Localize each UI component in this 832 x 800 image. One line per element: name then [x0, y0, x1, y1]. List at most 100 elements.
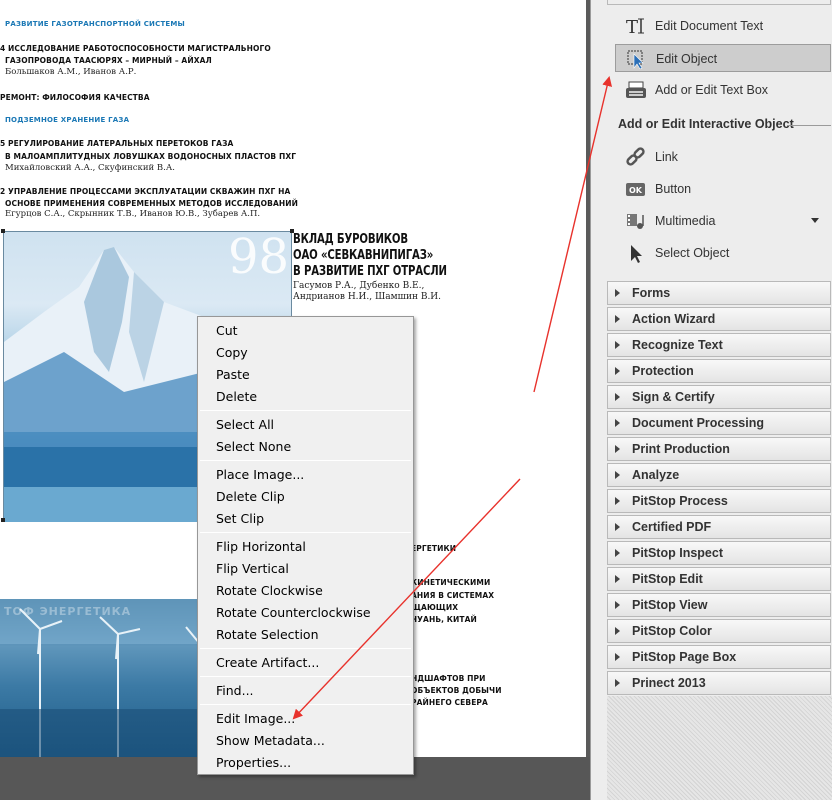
- tool-multimedia[interactable]: Multimedia: [615, 207, 831, 235]
- tool-link[interactable]: Link: [615, 143, 831, 171]
- menu-item-show-metadata[interactable]: Show Metadata...: [216, 733, 325, 748]
- text-edit-icon: T: [625, 16, 647, 38]
- menu-item-rotate-selection[interactable]: Rotate Selection: [216, 627, 319, 642]
- tool-add-edit-text-box[interactable]: Add or Edit Text Box: [615, 76, 831, 104]
- ok-button-icon: OK: [625, 179, 647, 199]
- article-authors: Большаков А.М., Иванов А.Р.: [5, 67, 137, 77]
- dropdown-arrow-icon[interactable]: [811, 218, 819, 223]
- menu-item-create-artifact[interactable]: Create Artifact...: [216, 655, 319, 670]
- panel-sign-certify[interactable]: Sign & Certify: [607, 385, 831, 409]
- panel-print-production[interactable]: Print Production: [607, 437, 831, 461]
- menu-item-properties[interactable]: Properties...: [216, 755, 291, 770]
- partial-text-line: АНИЯ В СИСТЕМАХ: [411, 591, 495, 600]
- menu-item-delete[interactable]: Delete: [216, 389, 257, 404]
- partial-text-line: КИНЕТИЧЕСКИМИ: [411, 578, 491, 587]
- panel-pitstop-color[interactable]: PitStop Color: [607, 619, 831, 643]
- tool-label: Edit Document Text: [655, 19, 764, 33]
- panel-analyze[interactable]: Analyze: [607, 463, 831, 487]
- object-cursor-icon: [626, 49, 648, 70]
- expand-triangle-icon: [615, 601, 620, 609]
- menu-separator: [200, 410, 411, 411]
- panel-label: Prinect 2013: [632, 676, 706, 690]
- panel-pitstop-page-box[interactable]: PitStop Page Box: [607, 645, 831, 669]
- panel-frame: [607, 0, 831, 5]
- arrow-cursor-icon: [625, 243, 647, 263]
- article-authors: Михайловский А.А., Скуфинский В.А.: [5, 163, 175, 173]
- section-heading-gas-transport: РАЗВИТИЕ ГАЗОТРАНСПОРТНОЙ СИСТЕМЫ: [5, 20, 186, 28]
- article-authors: Егурцов С.А., Скрынник Т.В., Иванов Ю.В.…: [5, 209, 261, 219]
- panel-label: PitStop Inspect: [632, 546, 723, 560]
- panel-label: Certified PDF: [632, 520, 712, 534]
- feature-authors: Андрианов Н.И., Шамшин В.И.: [293, 292, 442, 302]
- partial-text-line: ЩАЮЩИХ: [411, 603, 459, 612]
- menu-separator: [200, 532, 411, 533]
- panel-protection[interactable]: Protection: [607, 359, 831, 383]
- panel-label: PitStop Edit: [632, 572, 703, 586]
- tool-label: Multimedia: [655, 214, 716, 228]
- menu-item-select-all[interactable]: Select All: [216, 417, 274, 432]
- menu-item-set-clip[interactable]: Set Clip: [216, 511, 264, 526]
- menu-item-copy[interactable]: Copy: [216, 345, 248, 360]
- selection-handle[interactable]: [1, 229, 5, 233]
- menu-item-find[interactable]: Find...: [216, 683, 254, 698]
- article-title-line: ГАЗОПРОВОДА ТААСЮРЯХ – МИРНЫЙ – АЙХАЛ: [5, 56, 212, 65]
- article-title-line: РЕМОНТ: ФИЛОСОФИЯ КАЧЕСТВА: [0, 93, 150, 102]
- panel-label: PitStop Color: [632, 624, 712, 638]
- panel-prinect-2013[interactable]: Prinect 2013: [607, 671, 831, 695]
- menu-item-place-image[interactable]: Place Image...: [216, 467, 304, 482]
- tool-label: Add or Edit Text Box: [655, 83, 769, 97]
- tool-button[interactable]: OK Button: [615, 175, 831, 203]
- expand-triangle-icon: [615, 393, 620, 401]
- panel-empty-area: [607, 696, 832, 800]
- menu-item-rotate-counterclockwise[interactable]: Rotate Counterclockwise: [216, 605, 371, 620]
- expand-triangle-icon: [615, 523, 620, 531]
- partial-text-line: ЕРГЕТИКИ: [411, 544, 457, 553]
- menu-separator: [200, 648, 411, 649]
- article-title-line: 2 УПРАВЛЕНИЕ ПРОЦЕССАМИ ЭКСПЛУАТАЦИИ СКВ…: [0, 187, 291, 196]
- menu-item-cut[interactable]: Cut: [216, 323, 238, 338]
- panel-label: Action Wizard: [632, 312, 716, 326]
- menu-item-delete-clip[interactable]: Delete Clip: [216, 489, 285, 504]
- partial-text-line: РАЙНЕГО СЕВЕРА: [411, 698, 488, 707]
- tool-label: Edit Object: [656, 52, 718, 66]
- panel-pitstop-inspect[interactable]: PitStop Inspect: [607, 541, 831, 565]
- expand-triangle-icon: [615, 341, 620, 349]
- tool-edit-object[interactable]: Edit Object: [615, 44, 831, 72]
- section-heading-gas-storage: ПОДЗЕМНОЕ ХРАНЕНИЕ ГАЗА: [5, 116, 130, 124]
- svg-text:T: T: [626, 17, 638, 36]
- panel-label: Document Processing: [632, 416, 764, 430]
- partial-text-line: НДШАФТОВ ПРИ: [411, 674, 486, 683]
- panel-pitstop-edit[interactable]: PitStop Edit: [607, 567, 831, 591]
- interactive-object-heading: Add or Edit Interactive Object: [618, 117, 794, 131]
- menu-item-rotate-clockwise[interactable]: Rotate Clockwise: [216, 583, 323, 598]
- article-title-line: ОСНОВЕ ПРИМЕНЕНИЯ СОВРЕМЕННЫХ МЕТОДОВ ИС…: [5, 199, 298, 208]
- panel-document-processing[interactable]: Document Processing: [607, 411, 831, 435]
- menu-item-select-none[interactable]: Select None: [216, 439, 291, 454]
- panel-certified-pdf[interactable]: Certified PDF: [607, 515, 831, 539]
- tool-label: Select Object: [655, 246, 730, 260]
- article-title-line: В МАЛОАМПЛИТУДНЫХ ЛОВУШКАХ ВОДОНОСНЫХ ПЛ…: [5, 152, 297, 161]
- menu-item-flip-vertical[interactable]: Flip Vertical: [216, 561, 289, 576]
- panel-forms[interactable]: Forms: [607, 281, 831, 305]
- expand-triangle-icon: [615, 549, 620, 557]
- partial-text-line: ЧУАНЬ, КИТАЙ: [411, 615, 477, 624]
- tool-label: Button: [655, 182, 692, 196]
- menu-item-paste[interactable]: Paste: [216, 367, 250, 382]
- panel-recognize-text[interactable]: Recognize Text: [607, 333, 831, 357]
- panel-pitstop-view[interactable]: PitStop View: [607, 593, 831, 617]
- panel-label: Print Production: [632, 442, 730, 456]
- tool-select-object[interactable]: Select Object: [615, 239, 831, 267]
- menu-item-edit-image[interactable]: Edit Image...: [216, 711, 295, 726]
- panel-label: Sign & Certify: [632, 390, 715, 404]
- feature-title-line: ОАО «СЕВКАВНИПИГАЗ»: [293, 248, 434, 263]
- expand-triangle-icon: [615, 419, 620, 427]
- article-page-number: 98: [228, 229, 290, 285]
- panel-pitstop-process[interactable]: PitStop Process: [607, 489, 831, 513]
- menu-item-flip-horizontal[interactable]: Flip Horizontal: [216, 539, 306, 554]
- panel-label: PitStop Process: [632, 494, 728, 508]
- article-title-line: 5 РЕГУЛИРОВАНИЕ ЛАТЕРАЛЬНЫХ ПЕРЕТОКОВ ГА…: [0, 139, 234, 148]
- tool-edit-document-text[interactable]: T Edit Document Text: [615, 12, 831, 40]
- panel-action-wizard[interactable]: Action Wizard: [607, 307, 831, 331]
- menu-separator: [200, 676, 411, 677]
- selection-handle[interactable]: [1, 518, 5, 522]
